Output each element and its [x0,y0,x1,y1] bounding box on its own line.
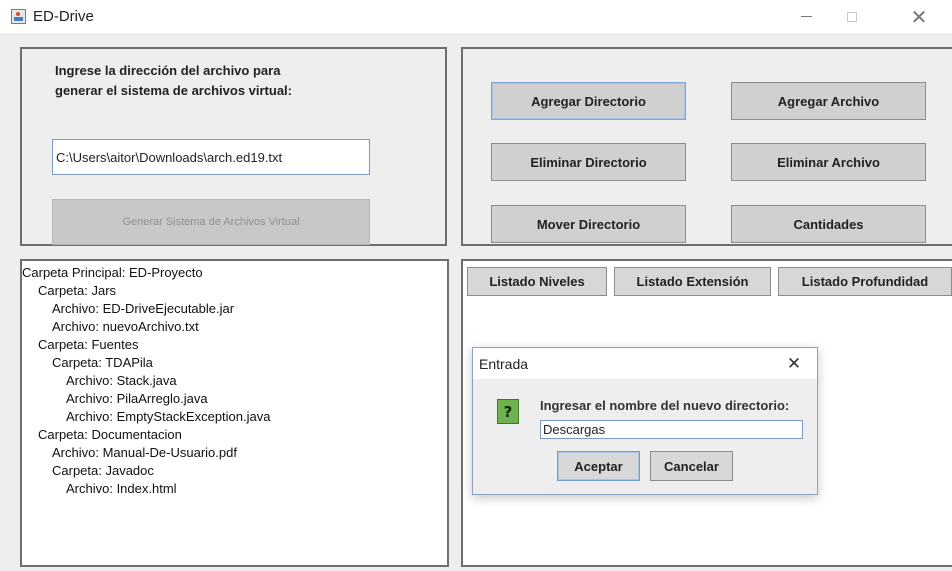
tree-node-file[interactable]: Archivo: EmptyStackException.java [66,409,270,425]
list-levels-button[interactable]: Listado Niveles [467,267,607,296]
window-titlebar[interactable]: ED-Drive ✕ [0,0,952,33]
generate-filesystem-button[interactable]: Generar Sistema de Archivos Virtual [52,199,370,245]
file-path-input[interactable] [52,139,370,175]
dialog-title: Entrada [479,356,529,372]
maximize-button[interactable] [829,0,875,33]
tree-node-file[interactable]: Archivo: Stack.java [66,373,177,389]
minimize-button[interactable] [783,0,829,33]
tree-node-folder[interactable]: Carpeta: Javadoc [52,463,154,479]
dialog-message: Ingresar el nombre del nuevo directorio: [540,398,790,413]
java-app-icon [11,9,26,24]
delete-file-button[interactable]: Eliminar Archivo [731,143,926,181]
add-file-button[interactable]: Agregar Archivo [731,82,926,120]
tree-node-file[interactable]: Archivo: Index.html [66,481,177,497]
minimize-icon [800,16,812,17]
cancel-button[interactable]: Cancelar [650,451,733,481]
list-extension-button[interactable]: Listado Extensión [614,267,771,296]
delete-directory-button[interactable]: Eliminar Directorio [491,143,686,181]
close-icon: ✕ [910,4,928,29]
close-button[interactable]: ✕ [896,0,942,33]
maximize-icon [847,11,857,22]
tree-node-folder[interactable]: Carpeta: Documentacion [38,427,182,443]
list-depth-button[interactable]: Listado Profundidad [778,267,952,296]
file-path-panel: Ingrese la dirección del archivo para ge… [20,47,447,246]
tree-node-folder[interactable]: Carpeta: Fuentes [38,337,138,353]
move-directory-button[interactable]: Mover Directorio [491,205,686,243]
tree-node-file[interactable]: Archivo: nuevoArchivo.txt [52,319,199,335]
window-title: ED-Drive [33,8,94,25]
tree-node-file[interactable]: Archivo: Manual-De-Usuario.pdf [52,445,237,461]
tree-node-file[interactable]: Archivo: ED-DriveEjecutable.jar [52,301,234,317]
path-prompt: Ingrese la dirección del archivo para ge… [55,61,292,101]
main-content: Ingrese la dirección del archivo para ge… [0,33,952,571]
actions-panel: Agregar Directorio Agregar Archivo Elimi… [461,47,952,246]
tree-node-folder[interactable]: Carpeta: TDAPila [52,355,153,371]
tree-node-folder[interactable]: Carpeta: Jars [38,283,116,299]
file-tree-panel[interactable]: Carpeta Principal: ED-Proyecto Carpeta: … [20,259,449,567]
path-prompt-line1: Ingrese la dirección del archivo para [55,63,281,78]
path-prompt-line2: generar el sistema de archivos virtual: [55,83,292,98]
dialog-titlebar[interactable]: Entrada ✕ [473,348,817,379]
input-dialog: Entrada ✕ ? Ingresar el nombre del nuevo… [472,347,818,495]
add-directory-button[interactable]: Agregar Directorio [491,82,686,120]
dialog-close-button[interactable]: ✕ [782,353,806,375]
tree-node-file[interactable]: Archivo: PilaArreglo.java [66,391,208,407]
counts-button[interactable]: Cantidades [731,205,926,243]
question-icon: ? [497,399,519,424]
directory-name-input[interactable] [540,420,803,439]
tree-node-root[interactable]: Carpeta Principal: ED-Proyecto [22,265,203,281]
accept-button[interactable]: Aceptar [557,451,640,481]
